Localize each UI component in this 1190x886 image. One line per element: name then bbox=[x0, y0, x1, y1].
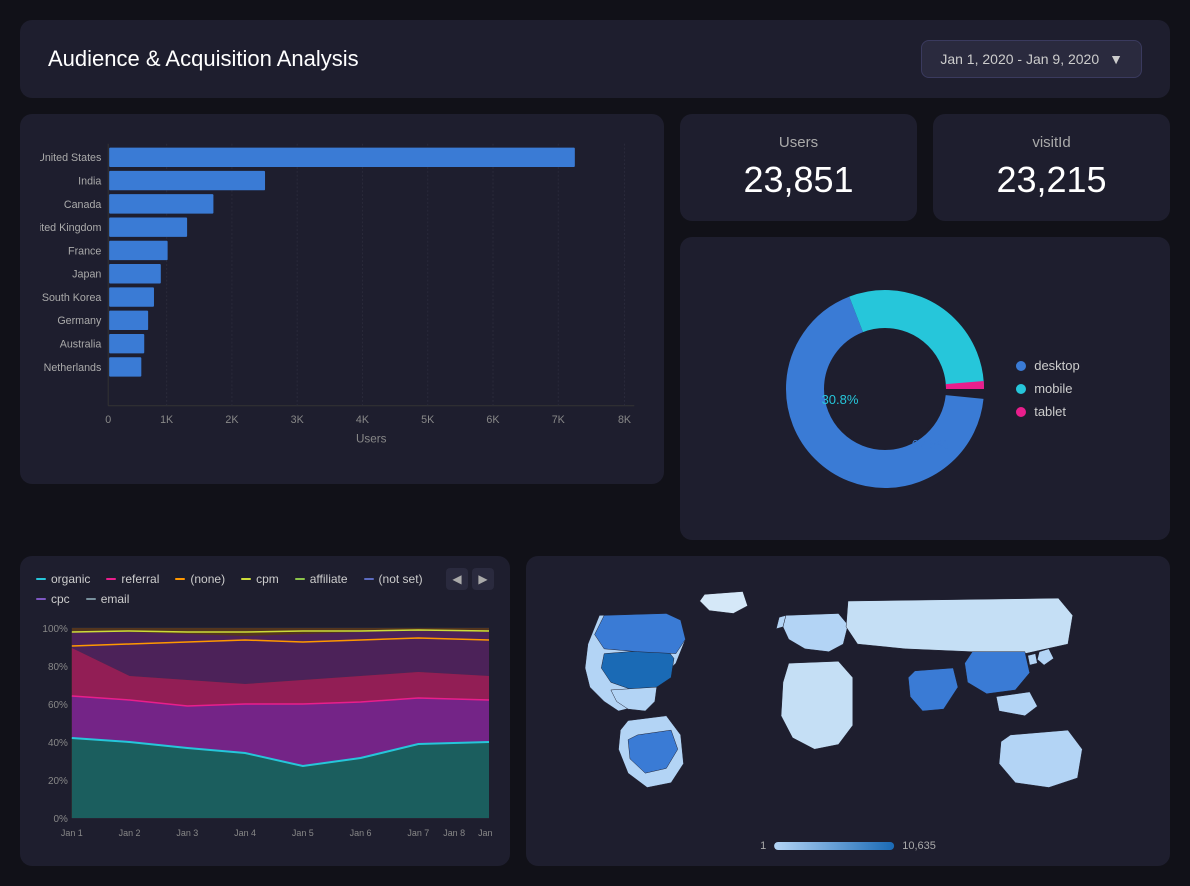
svg-text:Jan 2: Jan 2 bbox=[119, 828, 141, 838]
bar-chart-card: 0 1K 2K 3K 4K 5K 6K 7K 8K Users United S… bbox=[20, 114, 664, 484]
right-panel: Users 23,851 visitId 23,215 bbox=[680, 114, 1170, 540]
next-button[interactable]: ▶ bbox=[472, 568, 494, 590]
svg-text:20%: 20% bbox=[48, 776, 68, 787]
date-range-picker[interactable]: Jan 1, 2020 - Jan 9, 2020 ▼ bbox=[921, 40, 1142, 78]
svg-text:6K: 6K bbox=[486, 414, 500, 426]
svg-text:8K: 8K bbox=[618, 414, 632, 426]
svg-text:Netherlands: Netherlands bbox=[44, 362, 102, 374]
legend-cpm: cpm bbox=[241, 572, 279, 586]
legend-cpc-label: cpc bbox=[51, 592, 70, 606]
svg-text:Jan 3: Jan 3 bbox=[176, 828, 198, 838]
svg-text:Australia: Australia bbox=[60, 339, 102, 351]
svg-text:0: 0 bbox=[105, 414, 111, 426]
date-range-label: Jan 1, 2020 - Jan 9, 2020 bbox=[940, 51, 1099, 67]
area-chart-card: organic referral (none) cpm bbox=[20, 556, 510, 866]
legend-email: email bbox=[86, 592, 130, 606]
area-chart-nav[interactable]: ◀ ▶ bbox=[446, 568, 494, 590]
svg-text:Jan 1: Jan 1 bbox=[61, 828, 83, 838]
svg-text:France: France bbox=[68, 245, 101, 257]
svg-text:Jan 9: Jan 9 bbox=[478, 828, 494, 838]
dropdown-icon: ▼ bbox=[1109, 51, 1123, 67]
desktop-dot bbox=[1016, 361, 1026, 371]
map-legend: 1 10,635 bbox=[760, 840, 936, 852]
svg-text:80%: 80% bbox=[48, 662, 68, 673]
left-panel: 0 1K 2K 3K 4K 5K 6K 7K 8K Users United S… bbox=[20, 114, 664, 540]
legend-referral-label: referral bbox=[121, 572, 159, 586]
legend-organic: organic bbox=[36, 572, 90, 586]
svg-text:Jan 4: Jan 4 bbox=[234, 828, 256, 838]
legend-none: (none) bbox=[175, 572, 225, 586]
svg-text:7K: 7K bbox=[552, 414, 566, 426]
main-content: 0 1K 2K 3K 4K 5K 6K 7K 8K Users United S… bbox=[20, 114, 1170, 540]
donut-legend-desktop: desktop bbox=[1016, 358, 1080, 373]
svg-text:5K: 5K bbox=[421, 414, 435, 426]
svg-text:Japan: Japan bbox=[72, 269, 101, 281]
mobile-dot bbox=[1016, 384, 1026, 394]
donut-legend: desktop mobile tablet bbox=[1016, 358, 1080, 419]
area-legend: organic referral (none) cpm bbox=[36, 572, 446, 606]
svg-text:United Kingdom: United Kingdom bbox=[40, 222, 101, 234]
legend-notset: (not set) bbox=[364, 572, 423, 586]
users-value: 23,851 bbox=[704, 159, 893, 201]
svg-text:Jan 8: Jan 8 bbox=[443, 828, 465, 838]
area-chart-svg: 100% 80% 60% 40% 20% 0% bbox=[36, 618, 494, 848]
visitid-kpi: visitId 23,215 bbox=[933, 114, 1170, 221]
legend-affiliate: affiliate bbox=[295, 572, 348, 586]
svg-text:India: India bbox=[78, 175, 101, 187]
legend-cpm-label: cpm bbox=[256, 572, 279, 586]
svg-text:67.5%: 67.5% bbox=[912, 437, 949, 452]
legend-cpc: cpc bbox=[36, 592, 70, 606]
desktop-label: desktop bbox=[1034, 358, 1080, 373]
map-legend-min: 1 bbox=[760, 840, 766, 852]
visitid-label: visitId bbox=[957, 134, 1146, 151]
map-legend-max: 10,635 bbox=[902, 840, 936, 852]
page-title: Audience & Acquisition Analysis bbox=[48, 46, 359, 72]
svg-text:Germany: Germany bbox=[57, 315, 102, 327]
visitid-value: 23,215 bbox=[957, 159, 1146, 201]
svg-text:60%: 60% bbox=[48, 700, 68, 711]
donut-legend-mobile: mobile bbox=[1016, 381, 1080, 396]
legend-organic-label: organic bbox=[51, 572, 90, 586]
svg-text:Jan 6: Jan 6 bbox=[350, 828, 372, 838]
legend-email-label: email bbox=[101, 592, 130, 606]
bottom-row: organic referral (none) cpm bbox=[20, 556, 1170, 866]
tablet-label: tablet bbox=[1034, 404, 1066, 419]
svg-text:30.8%: 30.8% bbox=[822, 392, 859, 407]
map-legend-bar bbox=[774, 842, 894, 850]
bar-chart: 0 1K 2K 3K 4K 5K 6K 7K 8K Users United S… bbox=[40, 134, 644, 464]
legend-affiliate-label: affiliate bbox=[310, 572, 348, 586]
svg-text:Jan 7: Jan 7 bbox=[407, 828, 429, 838]
world-map bbox=[542, 572, 1154, 850]
map-card: 1 10,635 bbox=[526, 556, 1170, 866]
svg-text:1K: 1K bbox=[160, 414, 174, 426]
donut-card: 30.8% 67.5% desktop mobile tablet bbox=[680, 237, 1170, 540]
legend-none-label: (none) bbox=[190, 572, 225, 586]
legend-referral: referral bbox=[106, 572, 159, 586]
kpi-row: Users 23,851 visitId 23,215 bbox=[680, 114, 1170, 221]
mobile-label: mobile bbox=[1034, 381, 1072, 396]
dashboard: Audience & Acquisition Analysis Jan 1, 2… bbox=[0, 0, 1190, 886]
header: Audience & Acquisition Analysis Jan 1, 2… bbox=[20, 20, 1170, 98]
users-kpi: Users 23,851 bbox=[680, 114, 917, 221]
legend-notset-label: (not set) bbox=[379, 572, 423, 586]
svg-text:South Korea: South Korea bbox=[42, 292, 102, 304]
svg-text:Canada: Canada bbox=[64, 199, 102, 211]
svg-text:2K: 2K bbox=[225, 414, 239, 426]
svg-text:0%: 0% bbox=[53, 814, 68, 825]
users-label: Users bbox=[704, 134, 893, 151]
svg-text:3K: 3K bbox=[291, 414, 305, 426]
prev-button[interactable]: ◀ bbox=[446, 568, 468, 590]
svg-text:Users: Users bbox=[356, 433, 387, 446]
svg-text:United States: United States bbox=[40, 152, 101, 164]
svg-text:4K: 4K bbox=[356, 414, 370, 426]
tablet-dot bbox=[1016, 407, 1026, 417]
svg-text:40%: 40% bbox=[48, 738, 68, 749]
svg-text:Jan 5: Jan 5 bbox=[292, 828, 314, 838]
donut-chart: 30.8% 67.5% bbox=[770, 274, 1000, 504]
svg-text:100%: 100% bbox=[42, 624, 68, 635]
donut-legend-tablet: tablet bbox=[1016, 404, 1080, 419]
